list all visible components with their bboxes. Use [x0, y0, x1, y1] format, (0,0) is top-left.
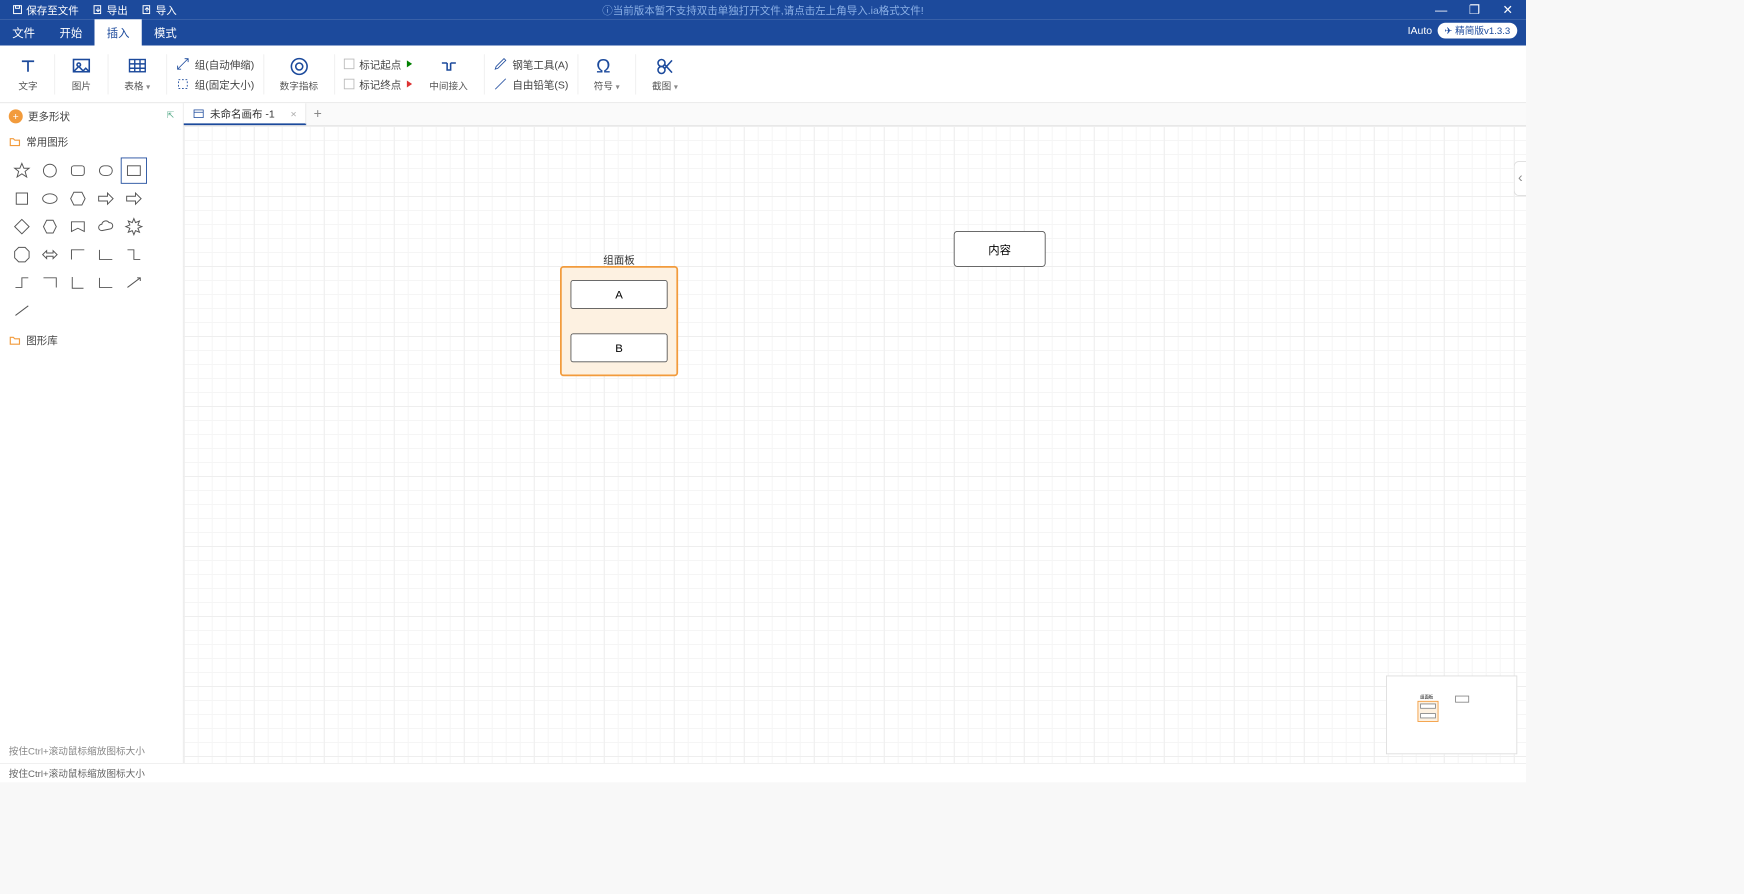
minimize-button[interactable]: ― [1428, 3, 1454, 17]
ribbon-symbol[interactable]: Ω 符号 [581, 56, 631, 93]
status-bar: 按住Ctrl+滚动鼠标缩放图标大小 [0, 763, 1526, 782]
shape-arrow-line[interactable] [121, 270, 147, 296]
menu-start[interactable]: 开始 [47, 18, 94, 45]
shape-line[interactable] [9, 298, 35, 324]
common-shapes-header[interactable]: 常用图形 [0, 129, 183, 154]
panel-box-a[interactable]: A [571, 280, 668, 309]
ribbon-table[interactable]: 表格 [112, 56, 162, 93]
status-text: 按住Ctrl+滚动鼠标缩放图标大小 [9, 766, 145, 780]
shape-arrow-right[interactable] [93, 186, 119, 212]
ribbon-free-pencil[interactable]: 自由铅笔(S) [488, 76, 574, 93]
shape-square[interactable] [9, 186, 35, 212]
shape-octagon[interactable] [9, 242, 35, 268]
shape-palette [0, 154, 183, 327]
add-tab-button[interactable]: + [306, 106, 329, 122]
shape-pentagon[interactable] [65, 214, 91, 240]
shape-star[interactable] [9, 158, 35, 184]
right-panel-expand[interactable]: ‹ [1514, 161, 1526, 196]
ribbon-text[interactable]: 文字 [5, 56, 51, 93]
shape-sidebar: + 更多形状 ⇱ 常用图形 [0, 103, 184, 763]
shape-connector-2[interactable] [93, 242, 119, 268]
menu-mode[interactable]: 模式 [142, 18, 189, 45]
shape-library-header[interactable]: 图形库 [0, 327, 183, 352]
shape-hexagon-2[interactable] [37, 214, 63, 240]
shape-connector-3[interactable] [121, 242, 147, 268]
ribbon-mark-start[interactable]: 标记起点 [338, 56, 417, 73]
add-icon: + [9, 109, 23, 123]
folder-icon [9, 334, 21, 346]
document-tab[interactable]: 未命名画布 -1 × [184, 103, 307, 125]
ribbon: 文字 图片 表格 组(自动伸缩) 组(固定大小) 数字指标 标记起点 标记终点 … [0, 46, 1526, 104]
system-titlebar: 保存至文件 导出 导入 ⓘ当前版本暂不支持双击单独打开文件,请点击左上角导入.i… [0, 0, 1526, 19]
ribbon-image[interactable]: 图片 [59, 56, 105, 93]
shape-elbow[interactable] [65, 270, 91, 296]
content-box-shape[interactable]: 内容 [954, 231, 1046, 267]
ribbon-mid-insert[interactable]: 中间接入 [417, 56, 480, 93]
shape-round-rect-2[interactable] [93, 158, 119, 184]
notice-text: ⓘ当前版本暂不支持双击单独打开文件,请点击左上角导入.ia格式文件! [0, 2, 1526, 17]
shape-cloud[interactable] [93, 214, 119, 240]
canvas-area: 未命名画布 -1 × + 组面板 A B 内容 ‹ 组面板 [184, 103, 1526, 763]
shape-double-arrow[interactable] [37, 242, 63, 268]
shape-hexagon[interactable] [65, 186, 91, 212]
shape-rectangle[interactable] [121, 158, 147, 184]
more-shapes-header[interactable]: + 更多形状 ⇱ [0, 103, 183, 128]
ribbon-pen-tool[interactable]: 钢笔工具(A) [488, 56, 574, 73]
close-button[interactable]: ✕ [1495, 2, 1521, 17]
ribbon-number-indicator[interactable]: 数字指标 [267, 56, 330, 93]
shape-ellipse[interactable] [37, 186, 63, 212]
ribbon-mark-end[interactable]: 标记终点 [338, 76, 417, 93]
menu-insert[interactable]: 插入 [95, 18, 142, 45]
minimap[interactable]: 组面板 [1386, 676, 1517, 755]
pin-icon[interactable]: ⇱ [167, 111, 174, 121]
version-badge: ✈ 精简版v1.3.3 [1437, 23, 1517, 39]
shape-diamond[interactable] [9, 214, 35, 240]
close-tab-button[interactable]: × [291, 107, 297, 119]
save-to-file-button[interactable]: 保存至文件 [7, 2, 84, 17]
maximize-button[interactable]: ❐ [1461, 2, 1487, 17]
menu-bar: 文件 开始 插入 模式 IAuto ✈ 精简版v1.3.3 [0, 19, 1526, 45]
sidebar-hint: 按住Ctrl+滚动鼠标缩放图标大小 [0, 739, 183, 764]
shape-connector-6[interactable] [93, 270, 119, 296]
shape-connector-4[interactable] [9, 270, 35, 296]
menu-file[interactable]: 文件 [0, 18, 47, 45]
panel-title: 组面板 [562, 252, 677, 267]
minimap-label: 组面板 [1420, 694, 1433, 700]
canvas-icon [193, 107, 205, 119]
import-button[interactable]: 导入 [137, 2, 183, 17]
brand-name: IAuto [1408, 25, 1433, 37]
group-panel-shape[interactable]: 组面板 A B [560, 266, 678, 376]
ribbon-group-fixed[interactable]: 组(固定大小) [170, 76, 259, 93]
folder-icon [9, 135, 21, 147]
export-button[interactable]: 导出 [88, 2, 134, 17]
brand-area: IAuto ✈ 精简版v1.3.3 [1408, 23, 1518, 39]
shape-circle[interactable] [37, 158, 63, 184]
panel-box-b[interactable]: B [571, 333, 668, 362]
document-tabbar: 未命名画布 -1 × + [184, 103, 1526, 126]
shape-burst[interactable] [121, 214, 147, 240]
ribbon-screenshot[interactable]: 截图 [640, 56, 690, 93]
drawing-canvas[interactable]: 组面板 A B 内容 ‹ 组面板 [184, 126, 1526, 763]
shape-connector-5[interactable] [37, 270, 63, 296]
ribbon-group-auto[interactable]: 组(自动伸缩) [170, 56, 259, 73]
shape-round-rect[interactable] [65, 158, 91, 184]
shape-connector-1[interactable] [65, 242, 91, 268]
shape-arrow-outline[interactable] [121, 186, 147, 212]
